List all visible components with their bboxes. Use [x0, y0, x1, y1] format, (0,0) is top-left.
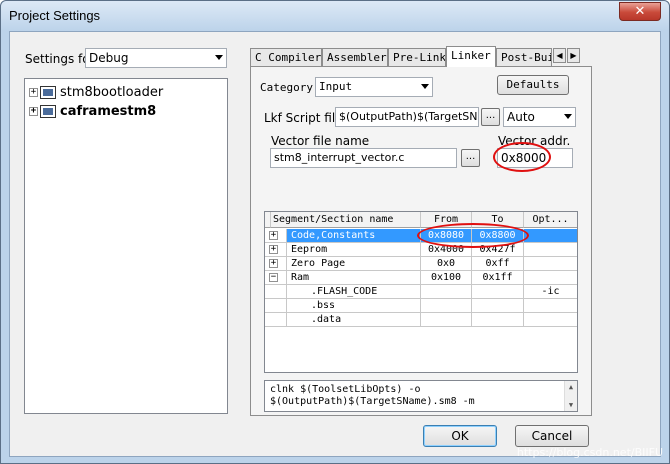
close-button[interactable]: ✕: [619, 2, 661, 21]
segment-from: [421, 299, 472, 313]
table-row[interactable]: + Zero Page 0x0 0xff: [265, 257, 577, 271]
lkf-mode-value: Auto: [507, 110, 535, 124]
table-row[interactable]: .FLASH_CODE -ic: [265, 285, 577, 299]
segment-opt: [524, 271, 577, 285]
lkf-mode-dropdown[interactable]: Auto: [503, 107, 576, 127]
table-row[interactable]: .data: [265, 313, 577, 327]
segment-opt: [524, 243, 577, 257]
segment-from: 0x8080: [421, 229, 472, 243]
cancel-button[interactable]: Cancel: [515, 425, 589, 447]
vector-file-browse-button[interactable]: ...: [461, 149, 480, 167]
grid-header-to[interactable]: To: [472, 212, 524, 228]
segment-opt: [524, 299, 577, 313]
category-dropdown[interactable]: Input: [315, 77, 433, 97]
grid-header-from[interactable]: From: [421, 212, 472, 228]
expand-icon[interactable]: +: [29, 106, 38, 116]
table-row[interactable]: + Eeprom 0x4000 0x427f: [265, 243, 577, 257]
segment-to: 0x427f: [472, 243, 524, 257]
grid-header-name[interactable]: Segment/Section name: [271, 212, 421, 228]
segment-opt: -ic: [524, 285, 577, 299]
command-scrollbar[interactable]: ▲ ▼: [564, 381, 577, 411]
dialog-client-area: Settings for: Debug + stm8bootloader + c…: [9, 31, 661, 457]
collapse-icon[interactable]: −: [269, 272, 278, 282]
vector-addr-field[interactable]: 0x8000: [497, 148, 573, 168]
tab-linker[interactable]: Linker: [446, 46, 496, 67]
tree-item-label: stm8bootloader: [60, 84, 164, 100]
settings-for-dropdown[interactable]: Debug: [85, 48, 227, 68]
project-icon: [40, 104, 56, 118]
segment-from: 0x100: [421, 271, 472, 285]
window-title: Project Settings: [9, 8, 101, 23]
ok-button[interactable]: OK: [423, 425, 497, 447]
segment-to: [472, 313, 524, 327]
segment-name: Code,Constants: [287, 229, 421, 243]
linker-panel: Category Input Defaults Lkf Script file:…: [250, 66, 592, 416]
vector-addr-label: Vector addr.: [498, 134, 571, 148]
segment-name: .data: [287, 313, 421, 327]
segment-to: 0x8800: [472, 229, 524, 243]
category-label: Category: [260, 81, 313, 94]
watermark-text: https://blog.csdn.net/BIIFU: [516, 446, 663, 459]
grid-header-row: Segment/Section name From To Opt...: [265, 212, 577, 228]
title-bar[interactable]: Project Settings ✕: [1, 1, 669, 31]
table-row[interactable]: .bss: [265, 299, 577, 313]
defaults-button[interactable]: Defaults: [497, 75, 569, 95]
table-row[interactable]: + Code,Constants 0x8080 0x8800: [265, 229, 577, 243]
vector-file-label: Vector file name: [271, 134, 370, 148]
segment-from: 0x0: [421, 257, 472, 271]
chevron-down-icon: [215, 55, 223, 60]
lkf-browse-button[interactable]: ...: [481, 108, 500, 126]
tab-post-build[interactable]: Post-Buil: [496, 48, 552, 66]
expand-icon[interactable]: +: [269, 258, 278, 268]
chevron-down-icon: [564, 114, 572, 119]
segment-opt: [524, 229, 577, 243]
project-settings-window: Project Settings ✕ Settings for: Debug +…: [0, 0, 670, 464]
vector-file-field[interactable]: stm8_interrupt_vector.c: [270, 148, 457, 168]
lkf-script-field[interactable]: $(OutputPath)$(TargetSName: [335, 107, 479, 127]
segment-from: [421, 313, 472, 327]
expand-icon[interactable]: +: [269, 244, 278, 254]
segment-name: .FLASH_CODE: [287, 285, 421, 299]
segment-from: 0x4000: [421, 243, 472, 257]
tree-item-label: caframestm8: [60, 103, 157, 119]
tree-item-caframestm8[interactable]: + caframestm8: [29, 102, 156, 120]
segment-name: Zero Page: [287, 257, 421, 271]
category-value: Input: [319, 80, 353, 93]
tree-item-stm8bootloader[interactable]: + stm8bootloader: [29, 83, 163, 101]
scroll-up-icon[interactable]: ▲: [565, 381, 577, 393]
linker-command-text[interactable]: clnk $(ToolsetLibOpts) -o $(OutputPath)$…: [264, 380, 578, 412]
command-line-2: $(OutputPath)$(TargetSName).sm8 -m: [270, 396, 475, 407]
segment-from: [421, 285, 472, 299]
segment-grid[interactable]: Segment/Section name From To Opt... + Co…: [264, 211, 578, 373]
segment-name: Ram: [287, 271, 421, 285]
segment-opt: [524, 257, 577, 271]
segment-to: 0x1ff: [472, 271, 524, 285]
segment-name: .bss: [287, 299, 421, 313]
tab-scroll-left-icon[interactable]: ◀: [553, 48, 566, 63]
tab-assembler[interactable]: Assembler: [322, 48, 388, 66]
grid-header-opt[interactable]: Opt...: [524, 212, 577, 228]
segment-name: Eeprom: [287, 243, 421, 257]
settings-for-value: Debug: [89, 51, 129, 65]
segment-opt: [524, 313, 577, 327]
expand-icon[interactable]: +: [29, 87, 38, 97]
command-line-1: clnk $(ToolsetLibOpts) -o: [270, 384, 421, 395]
project-tree[interactable]: + stm8bootloader + caframestm8: [24, 78, 228, 414]
segment-to: [472, 285, 524, 299]
expand-icon[interactable]: +: [269, 230, 278, 240]
tab-pre-link[interactable]: Pre-Link: [388, 48, 446, 66]
chevron-down-icon: [421, 84, 429, 89]
project-icon: [40, 85, 56, 99]
table-row[interactable]: − Ram 0x100 0x1ff: [265, 271, 577, 285]
scroll-down-icon[interactable]: ▼: [565, 399, 577, 411]
tab-c-compiler[interactable]: C Compiler: [250, 48, 322, 66]
segment-to: 0xff: [472, 257, 524, 271]
segment-to: [472, 299, 524, 313]
tab-scroll-right-icon[interactable]: ▶: [567, 48, 580, 63]
